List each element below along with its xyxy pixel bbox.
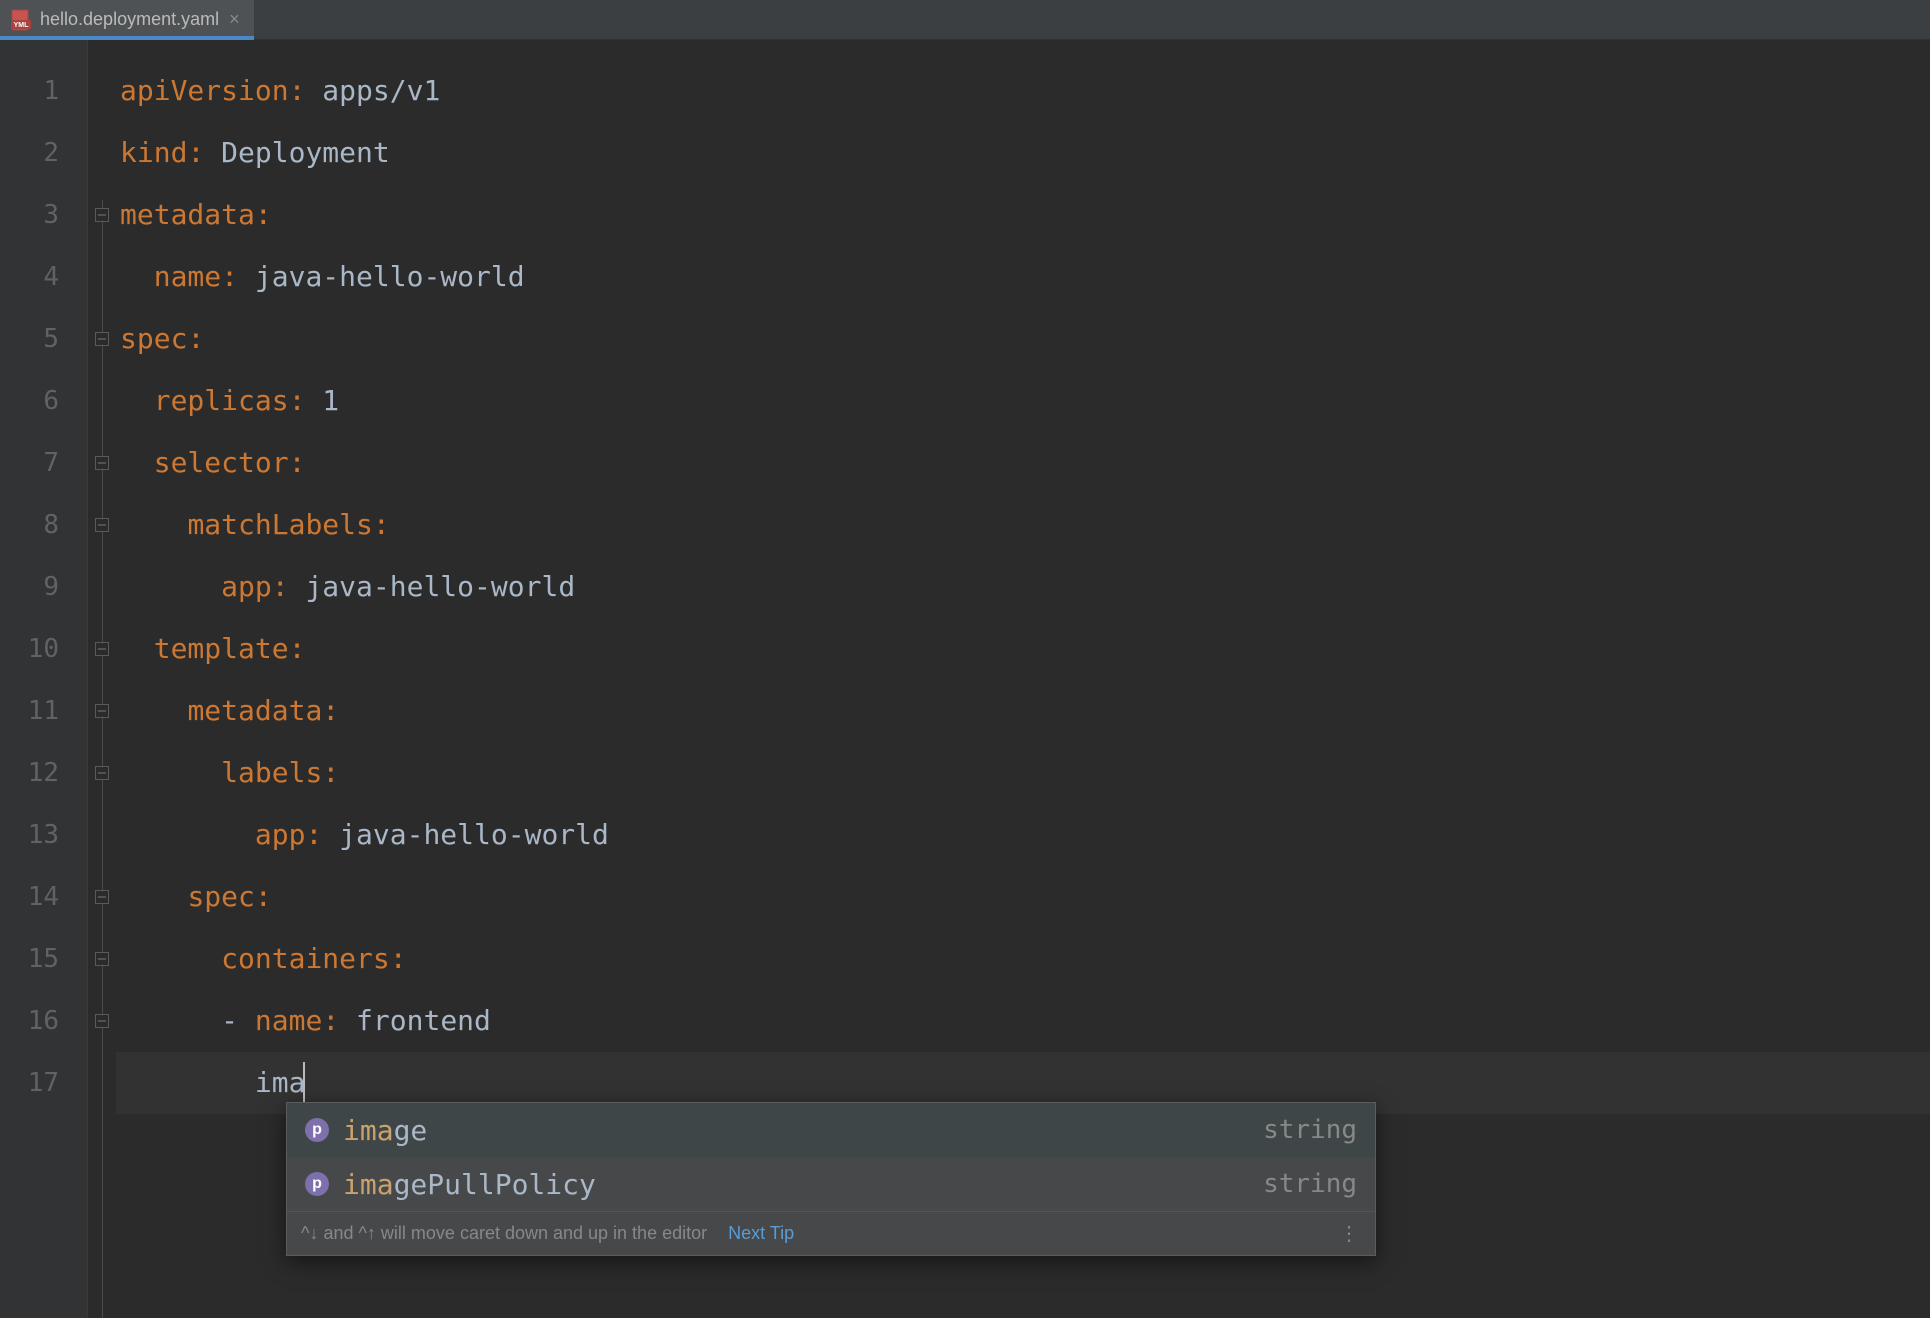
code-line[interactable]: matchLabels:	[116, 494, 1930, 556]
code-line[interactable]: selector:	[116, 432, 1930, 494]
code-line[interactable]: name: java-hello-world	[116, 246, 1930, 308]
completion-footer: ^↓ and ^↑ will move caret down and up in…	[287, 1211, 1375, 1255]
code-line[interactable]: spec:	[116, 308, 1930, 370]
line-number: 13	[0, 804, 87, 866]
fold-toggle-icon[interactable]	[95, 766, 109, 780]
code-line[interactable]: labels:	[116, 742, 1930, 804]
code-line[interactable]: replicas: 1	[116, 370, 1930, 432]
line-number: 14	[0, 866, 87, 928]
line-number: 4	[0, 246, 87, 308]
fold-toggle-icon[interactable]	[95, 704, 109, 718]
code-line[interactable]: app: java-hello-world	[116, 556, 1930, 618]
editor-tab[interactable]: YML hello.deployment.yaml ×	[0, 0, 254, 39]
fold-slot	[88, 122, 116, 184]
tab-filename: hello.deployment.yaml	[40, 9, 219, 30]
code-line[interactable]: spec:	[116, 866, 1930, 928]
code-line[interactable]: - name: frontend	[116, 990, 1930, 1052]
line-number: 6	[0, 370, 87, 432]
tab-bar: YML hello.deployment.yaml ×	[0, 0, 1930, 40]
next-tip-link[interactable]: Next Tip	[728, 1223, 794, 1244]
yaml-file-icon: YML	[10, 9, 32, 31]
line-number: 1	[0, 60, 87, 122]
text-caret	[303, 1062, 305, 1102]
fold-toggle-icon[interactable]	[95, 1014, 109, 1028]
line-number: 2	[0, 122, 87, 184]
line-number: 17	[0, 1052, 87, 1114]
line-number: 10	[0, 618, 87, 680]
completion-label: imagePullPolicy	[343, 1168, 1263, 1201]
line-number: 7	[0, 432, 87, 494]
code-line[interactable]: apiVersion: apps/v1	[116, 60, 1930, 122]
fold-toggle-icon[interactable]	[95, 332, 109, 346]
completion-type: string	[1263, 1169, 1357, 1199]
fold-column	[88, 40, 116, 1318]
line-number: 11	[0, 680, 87, 742]
line-number: 9	[0, 556, 87, 618]
line-number: 16	[0, 990, 87, 1052]
line-number-gutter: 1234567891011121314151617	[0, 40, 88, 1318]
fold-toggle-icon[interactable]	[95, 642, 109, 656]
fold-toggle-icon[interactable]	[95, 890, 109, 904]
code-line[interactable]: kind: Deployment	[116, 122, 1930, 184]
code-line[interactable]: app: java-hello-world	[116, 804, 1930, 866]
completion-type: string	[1263, 1115, 1357, 1145]
code-line[interactable]: containers:	[116, 928, 1930, 990]
fold-slot	[88, 60, 116, 122]
completion-item[interactable]: pimagestring	[287, 1103, 1375, 1157]
svg-text:YML: YML	[14, 22, 30, 29]
line-number: 12	[0, 742, 87, 804]
line-number: 5	[0, 308, 87, 370]
property-icon: p	[305, 1172, 329, 1196]
fold-toggle-icon[interactable]	[95, 208, 109, 222]
completion-label: image	[343, 1114, 1263, 1147]
code-line[interactable]: metadata:	[116, 184, 1930, 246]
property-icon: p	[305, 1118, 329, 1142]
completion-popup: pimagestringpimagePullPolicystring ^↓ an…	[286, 1102, 1376, 1256]
line-number: 8	[0, 494, 87, 556]
completion-hint: ^↓ and ^↑ will move caret down and up in…	[301, 1223, 707, 1244]
line-number: 15	[0, 928, 87, 990]
fold-toggle-icon[interactable]	[95, 952, 109, 966]
close-tab-icon[interactable]: ×	[227, 9, 242, 30]
fold-toggle-icon[interactable]	[95, 518, 109, 532]
more-icon[interactable]: ⋮	[1339, 1221, 1361, 1246]
completion-item[interactable]: p imagePullPolicystring	[287, 1157, 1375, 1211]
line-number: 3	[0, 184, 87, 246]
code-line[interactable]: metadata:	[116, 680, 1930, 742]
code-line[interactable]: template:	[116, 618, 1930, 680]
fold-toggle-icon[interactable]	[95, 456, 109, 470]
